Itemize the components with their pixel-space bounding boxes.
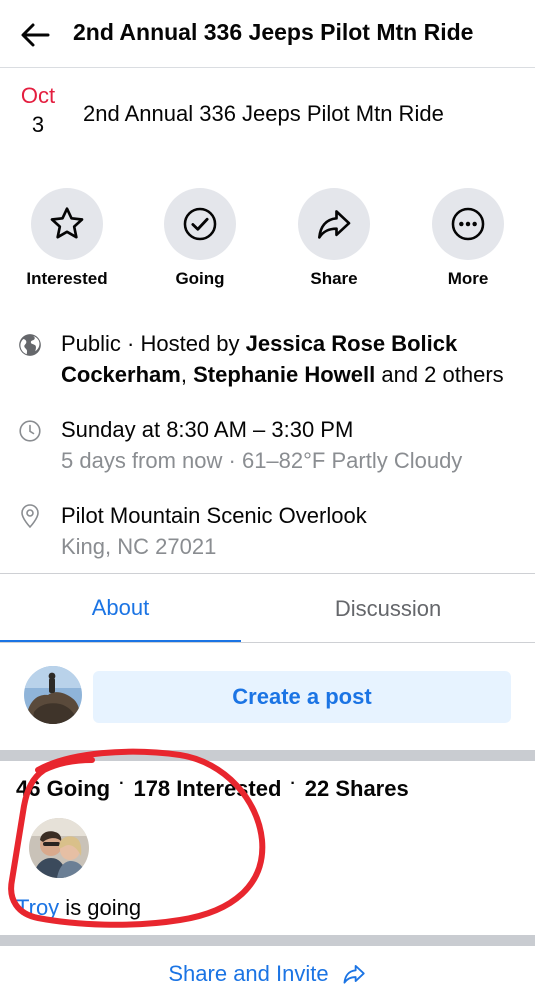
- event-location-text: Pilot Mountain Scenic Overlook King, NC …: [61, 500, 521, 562]
- event-location-sub: King, NC 27021: [61, 534, 217, 559]
- check-circle-icon: [183, 207, 217, 241]
- tabs-top-divider: [0, 573, 535, 574]
- interested-button[interactable]: Interested: [7, 188, 127, 289]
- share-and-invite-label: Share and Invite: [168, 961, 329, 986]
- section-divider-band: [0, 935, 535, 946]
- friend-photo-icon: [29, 818, 89, 878]
- host-link-2[interactable]: Stephanie Howell: [193, 362, 375, 387]
- share-arrow-icon: [318, 210, 351, 239]
- friend-going-suffix: is going: [59, 895, 142, 920]
- avatar[interactable]: [29, 818, 89, 878]
- event-location-main: Pilot Mountain Scenic Overlook: [61, 503, 367, 528]
- more-label: More: [447, 269, 489, 288]
- event-time-row: Sunday at 8:30 AM – 3:30 PM 5 days from …: [0, 414, 535, 478]
- host-separator: ,: [180, 362, 194, 387]
- globe-icon: [16, 331, 44, 359]
- share-arrow-icon: [343, 964, 365, 984]
- interested-label: Interested: [26, 269, 108, 288]
- tabs-bottom-divider: [0, 642, 535, 643]
- interested-count[interactable]: 178 Interested: [133, 776, 281, 801]
- tab-about[interactable]: About: [0, 575, 241, 643]
- event-date-month: Oct: [20, 83, 56, 108]
- arrow-left-icon: [21, 23, 50, 47]
- event-time-text: Sunday at 8:30 AM – 3:30 PM 5 days from …: [61, 414, 521, 476]
- event-time-main: Sunday at 8:30 AM – 3:30 PM: [61, 417, 354, 442]
- going-count[interactable]: 46 Going: [16, 776, 110, 801]
- going-circle[interactable]: [164, 188, 236, 260]
- event-title: 2nd Annual 336 Jeeps Pilot Mtn Ride: [83, 101, 444, 126]
- event-location-row[interactable]: Pilot Mountain Scenic Overlook King, NC …: [0, 500, 535, 564]
- more-circle[interactable]: [432, 188, 504, 260]
- share-and-invite-button[interactable]: Share and Invite: [0, 948, 535, 1000]
- going-button[interactable]: Going: [140, 188, 260, 289]
- event-date: Oct 3: [14, 82, 62, 140]
- event-date-day: 3: [31, 112, 45, 137]
- profile-photo-icon: [24, 666, 82, 724]
- back-button[interactable]: [18, 18, 52, 52]
- going-label: Going: [175, 269, 225, 288]
- share-button[interactable]: Share: [274, 188, 394, 289]
- event-actions: Interested Going Share More: [0, 188, 535, 298]
- shares-count[interactable]: 22 Shares: [305, 776, 409, 801]
- more-dots-icon: [451, 207, 485, 241]
- section-divider-band: [0, 750, 535, 761]
- avatar[interactable]: [24, 666, 82, 724]
- event-time-weather: 5 days from now · 61–82°F Partly Cloudy: [61, 448, 463, 473]
- star-icon: [50, 207, 84, 239]
- location-pin-icon: [16, 502, 44, 530]
- share-label: Share: [310, 269, 358, 288]
- hosts-others[interactable]: and 2 others: [375, 362, 503, 387]
- create-post-button[interactable]: Create a post: [93, 671, 511, 723]
- post-composer: Create a post: [0, 644, 535, 750]
- stats-separator: ·: [290, 775, 296, 792]
- event-hosts-text: Public · Hosted by Jessica Rose Bolick C…: [61, 328, 521, 390]
- event-stats: 46 Going · 178 Interested · 22 Shares: [16, 775, 409, 802]
- friend-name-link[interactable]: Troy: [16, 895, 59, 920]
- more-button[interactable]: More: [408, 188, 528, 289]
- tab-discussion[interactable]: Discussion: [241, 575, 535, 643]
- privacy-prefix: Public · Hosted by: [61, 331, 246, 356]
- top-bar: 2nd Annual 336 Jeeps Pilot Mtn Ride: [0, 0, 535, 68]
- page-title: 2nd Annual 336 Jeeps Pilot Mtn Ride: [73, 19, 474, 45]
- interested-circle[interactable]: [31, 188, 103, 260]
- friend-going-text: Troy is going: [16, 895, 141, 921]
- event-privacy-row: Public · Hosted by Jessica Rose Bolick C…: [0, 328, 535, 392]
- stats-separator: ·: [119, 775, 125, 792]
- clock-icon: [16, 417, 44, 445]
- share-circle[interactable]: [298, 188, 370, 260]
- event-tabs: About Discussion: [0, 575, 535, 643]
